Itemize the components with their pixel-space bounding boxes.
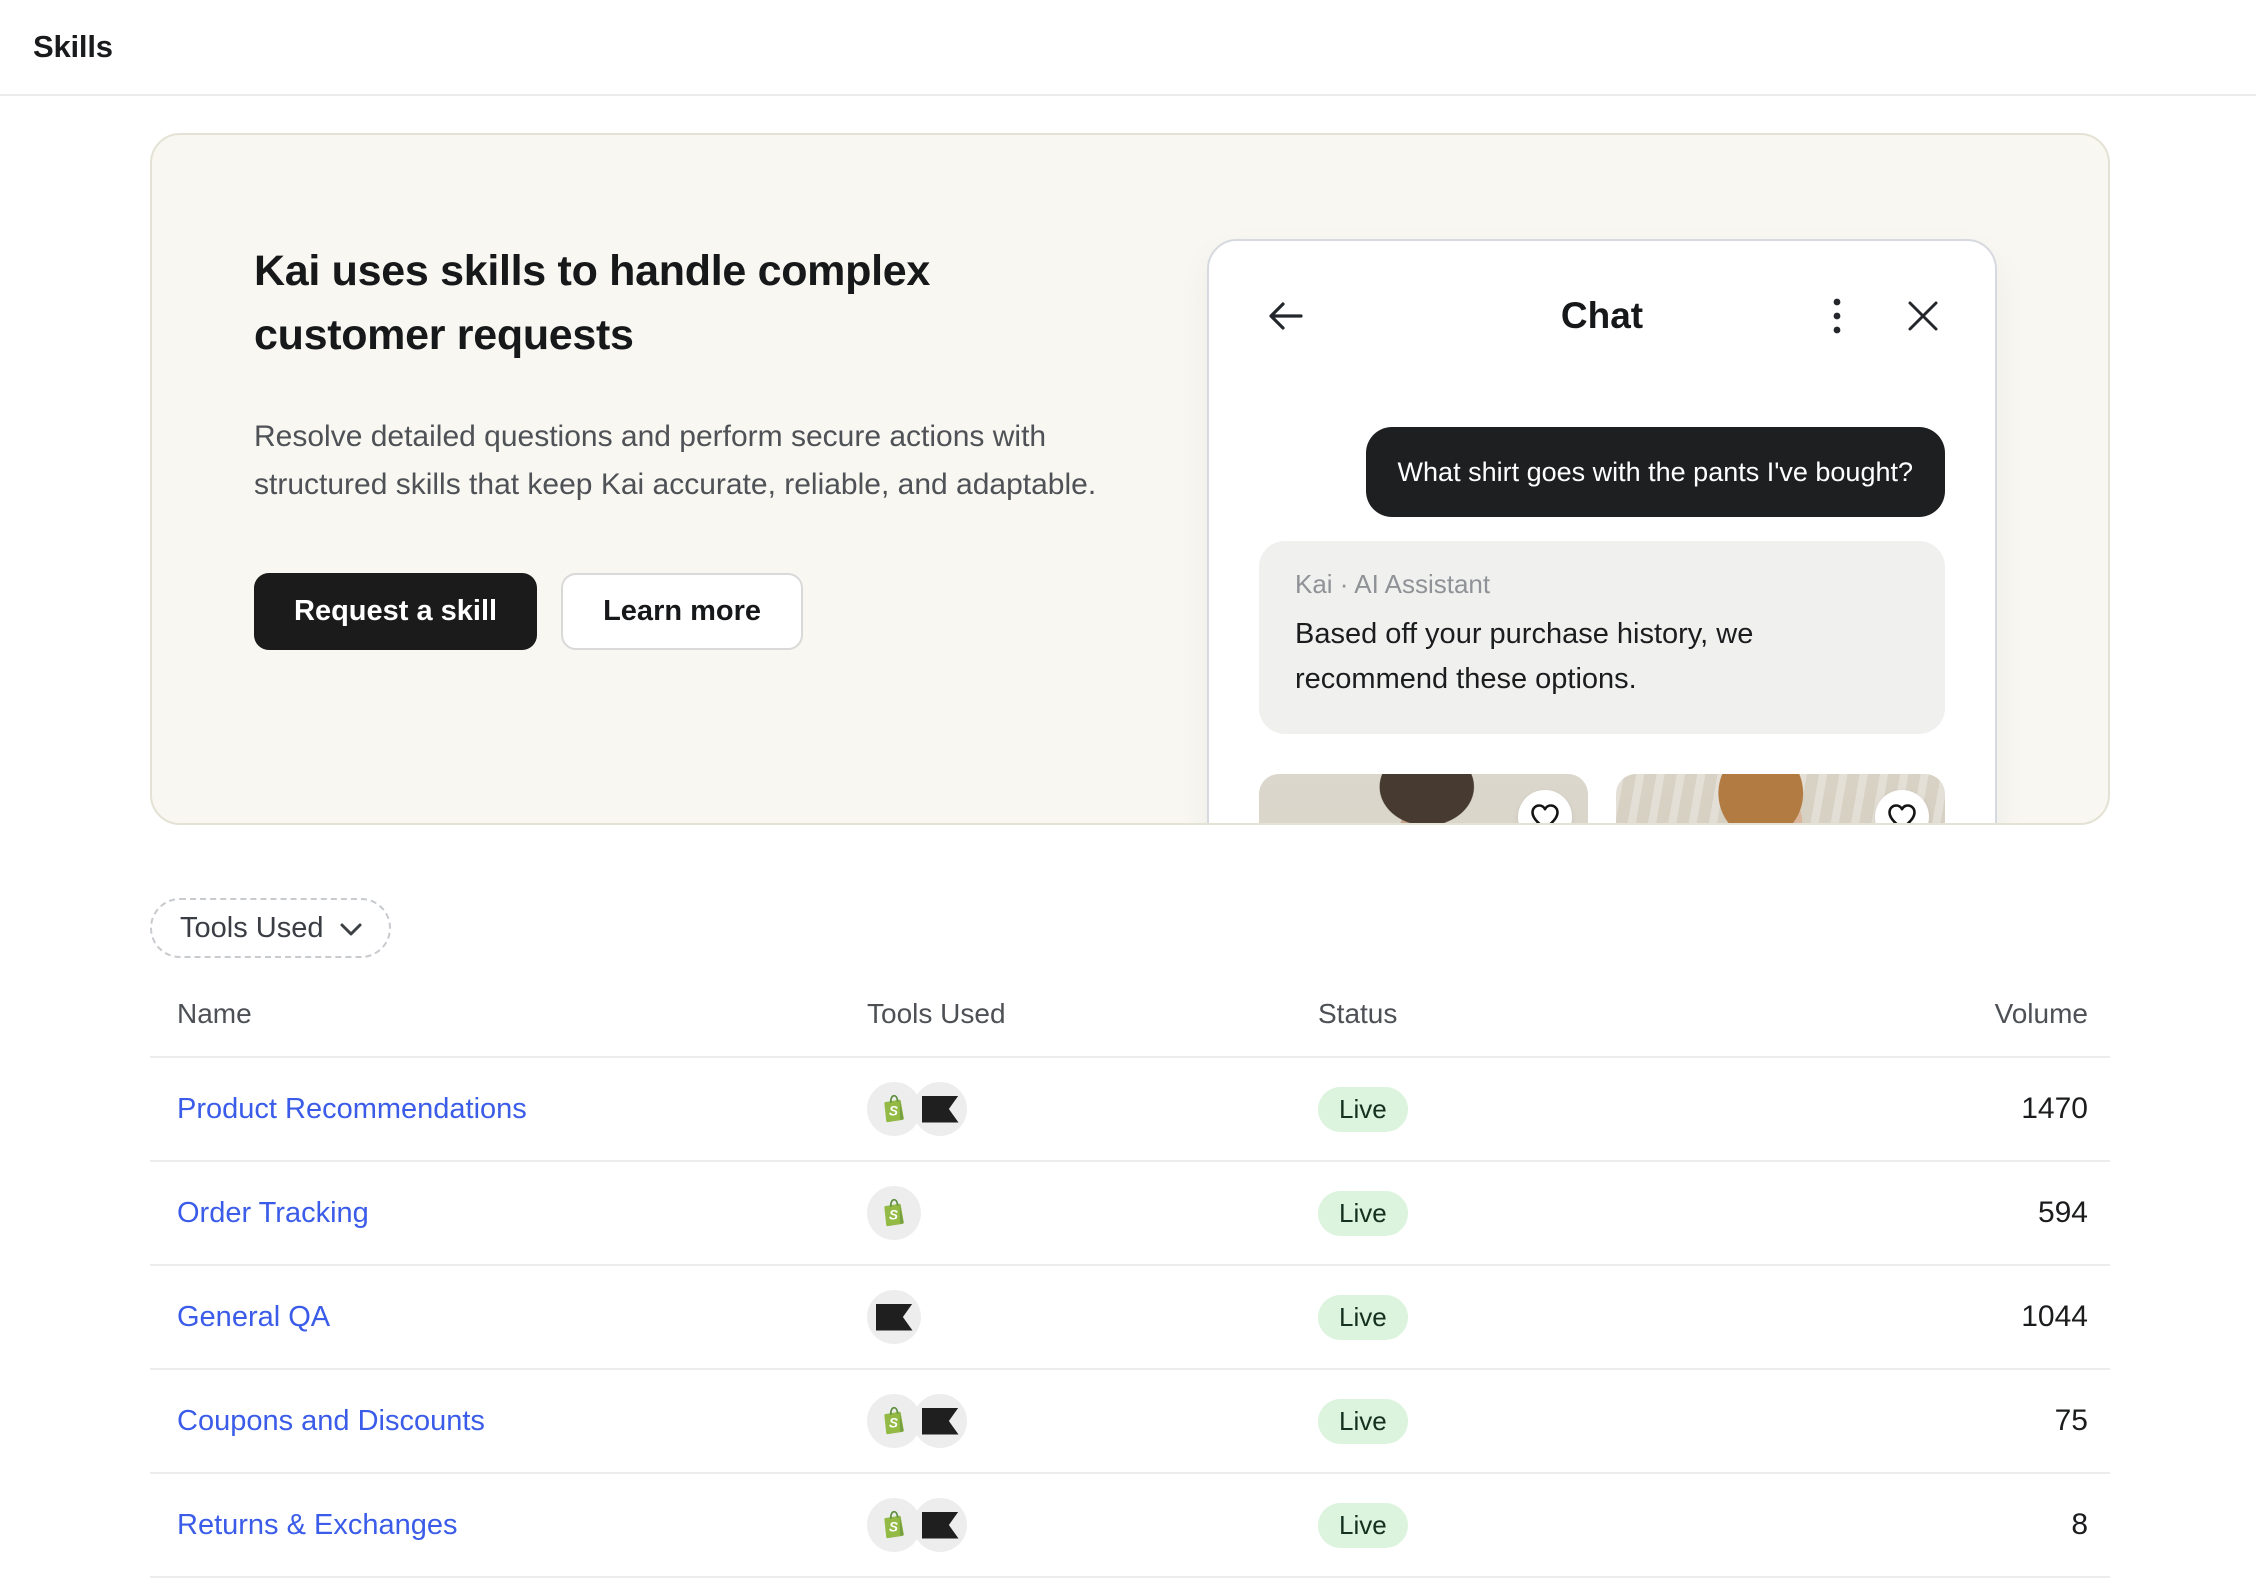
- skill-link[interactable]: Order Tracking: [177, 1197, 369, 1229]
- status-badge: Live: [1318, 1503, 1408, 1548]
- volume-value: 594: [1878, 1196, 2088, 1230]
- tools-used-filter[interactable]: Tools Used: [150, 898, 391, 958]
- column-header-volume: Volume: [1878, 998, 2088, 1030]
- skill-link[interactable]: Coupons and Discounts: [177, 1405, 485, 1437]
- product-image[interactable]: [1259, 774, 1588, 825]
- filter-row: Tools Used: [150, 898, 2256, 958]
- skill-link[interactable]: General QA: [177, 1301, 330, 1333]
- flag-icon: [913, 1498, 967, 1552]
- table-header-row: Name Tools Used Status Volume: [150, 958, 2110, 1058]
- flag-icon: [913, 1082, 967, 1136]
- status-badge: Live: [1318, 1191, 1408, 1236]
- table-row: General QA Live 1044: [150, 1266, 2110, 1370]
- page-header: Skills: [0, 0, 2256, 96]
- column-header-status: Status: [1318, 998, 1878, 1030]
- svg-text:S: S: [889, 1104, 898, 1119]
- chat-assistant-text: Based off your purchase history, we reco…: [1295, 612, 1909, 702]
- product-image[interactable]: [1616, 774, 1945, 825]
- hero-card: Kai uses skills to handle complex custom…: [150, 133, 2110, 825]
- shopify-icon: S: [867, 1394, 921, 1448]
- product-recommendations-row: [1259, 774, 1945, 825]
- chat-preview-card: Chat What shirt goes with the pants I've…: [1207, 239, 1997, 825]
- status-badge: Live: [1318, 1295, 1408, 1340]
- chat-user-message: What shirt goes with the pants I've boug…: [1366, 427, 1945, 517]
- flag-icon: [913, 1394, 967, 1448]
- shopify-icon: S: [867, 1082, 921, 1136]
- svg-text:S: S: [889, 1208, 898, 1223]
- shopify-icon: S: [867, 1186, 921, 1240]
- table-row: Order Tracking S Live 594: [150, 1162, 2110, 1266]
- hero-description: Resolve detailed questions and perform s…: [254, 413, 1122, 509]
- hero-cta-row: Request a skill Learn more: [254, 573, 1122, 650]
- volume-value: 1044: [1878, 1300, 2088, 1334]
- chat-assistant-label: Kai · AI Assistant: [1295, 569, 1909, 600]
- flag-icon: [867, 1290, 921, 1344]
- shopify-icon: S: [867, 1498, 921, 1552]
- chat-assistant-message: Kai · AI Assistant Based off your purcha…: [1259, 541, 1945, 734]
- request-skill-button[interactable]: Request a skill: [254, 573, 537, 650]
- hero-heading: Kai uses skills to handle complex custom…: [254, 239, 1054, 367]
- heart-icon[interactable]: [1875, 790, 1929, 825]
- table-row: Returns & Exchanges S Live 8: [150, 1474, 2110, 1578]
- status-badge: Live: [1318, 1087, 1408, 1132]
- volume-value: 1470: [1878, 1092, 2088, 1126]
- svg-text:S: S: [889, 1416, 898, 1431]
- volume-value: 8: [1878, 1508, 2088, 1542]
- page-title: Skills: [33, 29, 113, 65]
- table-row: Product Recommendations S Live 1470: [150, 1058, 2110, 1162]
- learn-more-button[interactable]: Learn more: [561, 573, 803, 650]
- svg-text:S: S: [889, 1520, 898, 1535]
- kebab-menu-icon[interactable]: [1815, 294, 1859, 338]
- column-header-name: Name: [177, 998, 867, 1030]
- filter-label: Tools Used: [180, 912, 323, 945]
- skill-link[interactable]: Returns & Exchanges: [177, 1509, 457, 1541]
- chevron-down-icon: [339, 912, 363, 945]
- table-row: Coupons and Discounts S Live 75: [150, 1370, 2110, 1474]
- skills-table: Name Tools Used Status Volume Product Re…: [150, 958, 2110, 1578]
- heart-icon[interactable]: [1518, 790, 1572, 825]
- column-header-tools: Tools Used: [867, 998, 1318, 1030]
- skill-link[interactable]: Product Recommendations: [177, 1093, 527, 1125]
- close-icon[interactable]: [1901, 294, 1945, 338]
- hero-copy: Kai uses skills to handle complex custom…: [254, 239, 1122, 650]
- chat-header: Chat: [1259, 287, 1945, 345]
- status-badge: Live: [1318, 1399, 1408, 1444]
- volume-value: 75: [1878, 1404, 2088, 1438]
